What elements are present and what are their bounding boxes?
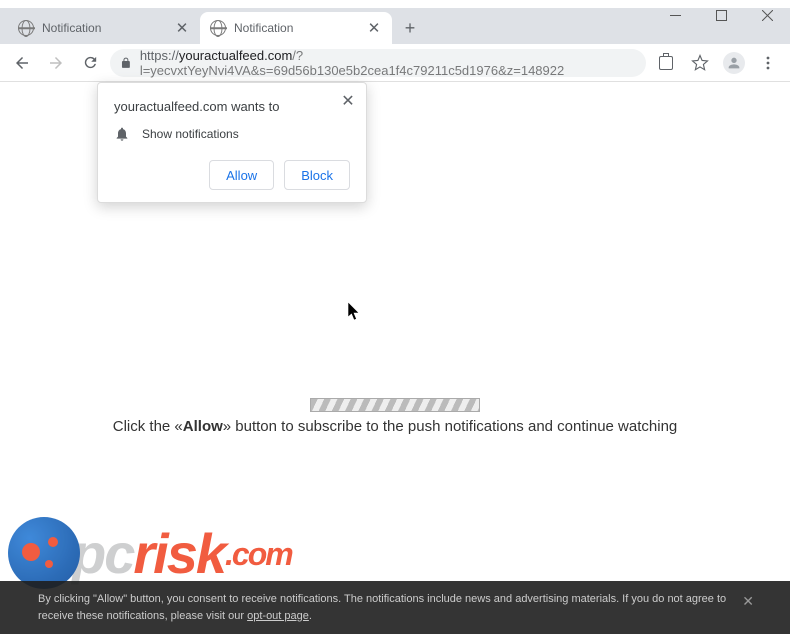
permission-prompt: ✕ youractualfeed.com wants to Show notif… [97,82,367,203]
bookmark-button[interactable] [686,49,714,77]
tab-close-icon[interactable]: ✕ [366,20,382,36]
progress-bar [310,398,480,412]
window-close[interactable] [744,0,790,30]
profile-button[interactable] [720,49,748,77]
consent-text: By clicking "Allow" button, you consent … [38,593,726,622]
extensions-button[interactable] [652,49,680,77]
close-icon[interactable]: ✕ [742,591,754,612]
permission-text: Show notifications [142,127,239,141]
menu-button[interactable] [754,49,782,77]
page-message: Click the «Allow» button to subscribe to… [0,418,790,436]
opt-out-link[interactable]: opt-out page [247,610,309,622]
lock-icon [120,56,132,70]
cursor-icon [348,302,362,322]
block-button[interactable]: Block [284,160,350,190]
logo-ball-icon [8,517,80,589]
new-tab-button[interactable]: + [396,14,424,42]
reload-button[interactable] [76,49,104,77]
page-content: ✕ youractualfeed.com wants to Show notif… [0,82,790,634]
close-icon[interactable]: ✕ [338,91,358,111]
consent-bar: ✕ By clicking "Allow" button, you consen… [0,581,790,634]
watermark-logo: pcrisk.com [8,517,292,589]
globe-icon [18,20,34,36]
tab-title: Notification [42,21,166,35]
window-minimize[interactable] [652,0,698,30]
globe-icon [210,20,226,36]
url-text: https://youractualfeed.com/?l=yecvxtYeyN… [140,48,636,78]
tab-active[interactable]: Notification ✕ [200,12,392,44]
back-button[interactable] [8,49,36,77]
permission-title: youractualfeed.com wants to [114,99,350,114]
allow-button[interactable]: Allow [209,160,274,190]
tab-inactive[interactable]: Notification ✕ [8,12,200,44]
tab-close-icon[interactable]: ✕ [174,20,190,36]
address-bar[interactable]: https://youractualfeed.com/?l=yecvxtYeyN… [110,49,646,77]
bell-icon [114,126,130,142]
toolbar: https://youractualfeed.com/?l=yecvxtYeyN… [0,44,790,82]
window-maximize[interactable] [698,0,744,30]
forward-button[interactable] [42,49,70,77]
tab-title: Notification [234,21,358,35]
